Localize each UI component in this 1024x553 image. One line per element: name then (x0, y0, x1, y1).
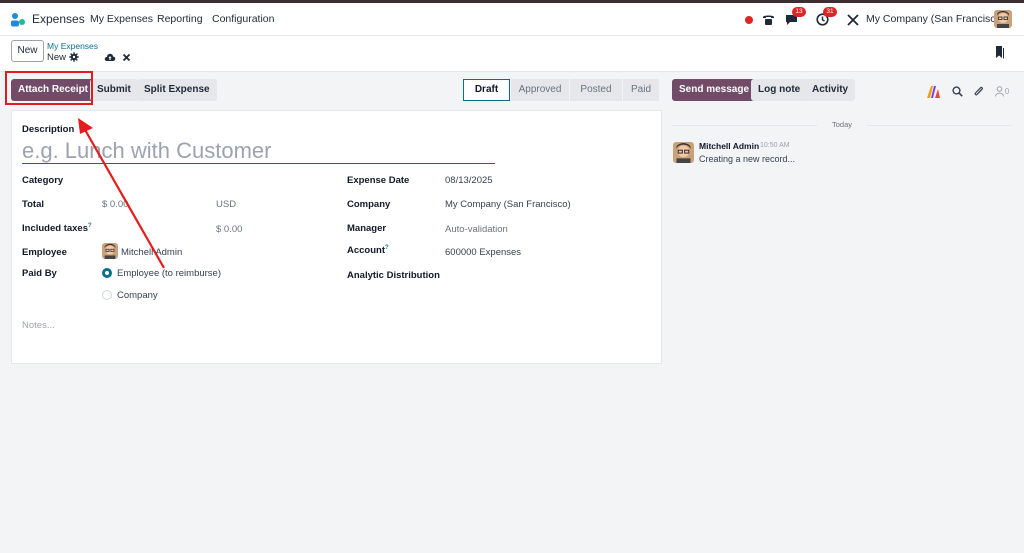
description-label: Description (22, 124, 75, 135)
expense-date-label: Expense Date (347, 175, 410, 186)
category-field[interactable] (102, 171, 332, 187)
total-label: Total (22, 199, 44, 210)
currency-field[interactable]: USD (216, 199, 236, 210)
stage-draft[interactable]: Draft (463, 79, 510, 101)
split-expense-button[interactable]: Split Expense (137, 79, 217, 101)
employee-label: Employee (22, 247, 67, 258)
included-taxes-label: Included taxes? (22, 223, 92, 234)
messages-count-badge: 13 (792, 7, 806, 17)
account-help-tooltip[interactable]: ? (385, 245, 389, 251)
menu-configuration[interactable]: Configuration (212, 3, 274, 36)
account-label: Account? (347, 245, 389, 256)
stage-approved[interactable]: Approved (511, 79, 569, 101)
paperclip-icon[interactable] (972, 85, 985, 98)
user-avatar[interactable] (994, 10, 1012, 28)
stage-paid[interactable]: Paid (623, 79, 659, 101)
manager-label: Manager (347, 223, 387, 234)
employee-field[interactable]: Mitchell Admin (121, 247, 182, 258)
analytic-distribution-label: Analytic Distribution (347, 270, 440, 281)
included-taxes-value: $ 0.00 (216, 224, 243, 235)
close-icon[interactable] (122, 53, 131, 62)
paid-by-company-label[interactable]: Company (117, 290, 158, 301)
employee-avatar (102, 243, 118, 259)
send-message-button[interactable]: Send message (672, 79, 757, 101)
menu-reporting[interactable]: Reporting (157, 3, 203, 36)
message-body: Creating a new record... (699, 154, 796, 164)
included-taxes-text: Included taxes (22, 223, 88, 235)
gear-icon[interactable] (69, 52, 79, 62)
message-time: 10:50 AM (760, 142, 790, 149)
submit-button[interactable]: Submit (90, 79, 138, 101)
message-author[interactable]: Mitchell Admin (699, 141, 759, 151)
expense-date-field[interactable]: 08/13/2025 (445, 175, 493, 186)
company-label: Company (347, 199, 391, 210)
log-note-button[interactable]: Log note (751, 79, 808, 101)
follower-icon[interactable]: 0 (991, 85, 1013, 98)
manager-field[interactable]: Auto-validation (445, 224, 508, 235)
app-name[interactable]: Expenses (32, 3, 85, 36)
activities-count-badge: 31 (823, 7, 837, 17)
new-record-button[interactable]: New (11, 40, 44, 62)
category-label: Category (22, 175, 64, 186)
stage-posted[interactable]: Posted (570, 79, 622, 101)
account-text: Account (347, 245, 385, 257)
notes-field[interactable]: Notes... (22, 320, 55, 331)
breadcrumb-my-expenses[interactable]: My Expenses (47, 41, 98, 51)
paid-by-employee-label[interactable]: Employee (to reimburse) (117, 268, 221, 279)
main-navbar: Expenses My Expenses Reporting Configura… (0, 3, 1024, 36)
followers-count: 0 (1004, 87, 1010, 96)
date-separator: Today (672, 120, 1012, 129)
description-input[interactable]: e.g. Lunch with Customer (22, 137, 495, 164)
expense-form-sheet: Description e.g. Lunch with Customer Cat… (11, 110, 662, 364)
record-dot-icon[interactable] (740, 11, 757, 28)
total-field[interactable]: $ 0.00 (102, 199, 128, 210)
paid-by-employee-radio[interactable] (102, 268, 112, 278)
paid-by-label: Paid By (22, 268, 57, 279)
action-bar: Attach Receipt Submit Split Expense Draf… (0, 72, 1024, 108)
tools-icon[interactable] (844, 11, 861, 28)
attach-receipt-highlight (5, 71, 93, 105)
paid-by-company-radio[interactable] (102, 290, 112, 300)
message-author-avatar[interactable] (673, 142, 694, 163)
ai-icon[interactable] (927, 85, 940, 98)
search-icon[interactable] (951, 85, 964, 98)
company-field[interactable]: My Company (San Francisco) (445, 199, 571, 210)
account-field[interactable]: 600000 Expenses (445, 247, 521, 258)
analytic-distribution-field[interactable] (445, 266, 645, 282)
help-tooltip[interactable]: ? (88, 223, 92, 229)
phone-icon[interactable] (760, 11, 777, 28)
activity-button[interactable]: Activity (805, 79, 856, 101)
chatter-panel: Today Mitchell Admin 10:50 AM Creating a… (672, 110, 1024, 553)
bookmark-icon[interactable] (995, 46, 1005, 59)
menu-my-expenses[interactable]: My Expenses (90, 3, 153, 36)
cloud-upload-icon[interactable] (104, 53, 116, 62)
expenses-app-icon[interactable] (10, 12, 26, 28)
company-switcher[interactable]: My Company (San Francisco) (866, 3, 1005, 36)
control-panel: New My Expenses New (0, 36, 1024, 72)
breadcrumb-current: New (47, 52, 67, 63)
